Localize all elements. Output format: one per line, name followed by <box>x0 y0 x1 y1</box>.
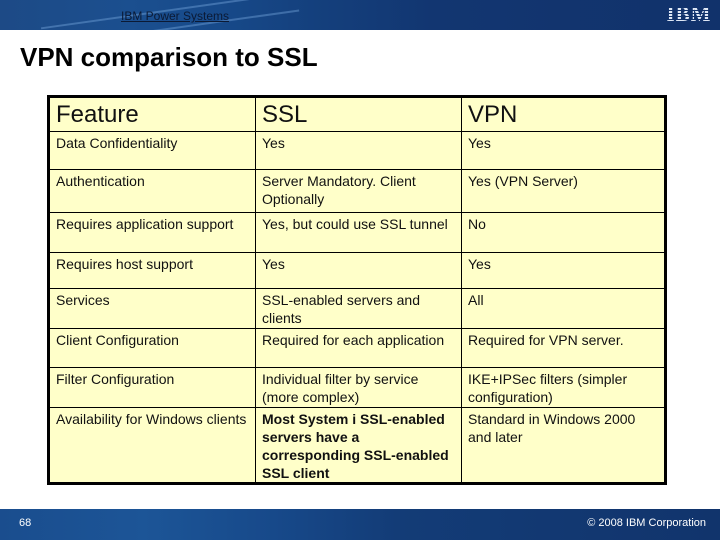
header-banner: IBM Power Systems IBM <box>0 0 720 30</box>
brand-link[interactable]: IBM Power Systems <box>121 9 229 23</box>
table-row: Data Confidentiality Yes Yes <box>48 131 666 170</box>
table-row: Services SSL-enabled servers and clients… <box>48 288 666 329</box>
feature-cell: Client Configuration <box>48 328 256 368</box>
ssl-cell: Most System i SSL-enabled servers have a… <box>255 407 462 484</box>
vpn-cell: Yes <box>461 252 666 289</box>
feature-cell: Filter Configuration <box>48 367 256 408</box>
ssl-cell: Yes <box>255 252 462 289</box>
ssl-cell: SSL-enabled servers and clients <box>255 288 462 329</box>
comparison-table: Feature SSL VPN Data Confidentiality Yes… <box>47 95 667 485</box>
table-row: Requires application support Yes, but co… <box>48 212 666 253</box>
table-row: Authentication Server Mandatory. Client … <box>48 169 666 213</box>
feature-cell: Services <box>48 288 256 329</box>
vpn-cell: Standard in Windows 2000 and later <box>461 407 666 484</box>
ssl-cell: Required for each application <box>255 328 462 368</box>
ibm-logo-text: IBM <box>666 1 712 26</box>
vpn-cell: Yes (VPN Server) <box>461 169 666 213</box>
ibm-logo-icon: IBM <box>663 1 715 26</box>
ssl-cell: Individual filter by service (more compl… <box>255 367 462 408</box>
ssl-cell: Server Mandatory. Client Optionally <box>255 169 462 213</box>
feature-cell: Data Confidentiality <box>48 131 256 170</box>
page-number: 68 <box>19 517 32 529</box>
vpn-cell: Yes <box>461 131 666 170</box>
column-header-ssl: SSL <box>255 96 462 132</box>
feature-cell: Requires host support <box>48 252 256 289</box>
column-header-vpn: VPN <box>461 96 666 132</box>
table-row: Client Configuration Required for each a… <box>48 328 666 368</box>
feature-cell: Requires application support <box>48 212 256 253</box>
table-row: Requires host support Yes Yes <box>48 252 666 289</box>
vpn-cell: Required for VPN server. <box>461 328 666 368</box>
page-title: VPN comparison to SSL <box>20 42 318 72</box>
table-header-row: Feature SSL VPN <box>48 96 666 132</box>
vpn-cell: No <box>461 212 666 253</box>
feature-cell: Availability for Windows clients <box>48 407 256 484</box>
vpn-cell: IKE+IPSec filters (simpler configuration… <box>461 367 666 408</box>
copyright-notice: © 2008 IBM Corporation <box>587 517 706 529</box>
column-header-feature: Feature <box>48 96 256 132</box>
ssl-cell: Yes <box>255 131 462 170</box>
table-row: Filter Configuration Individual filter b… <box>48 367 666 408</box>
vpn-cell: All <box>461 288 666 329</box>
table-row: Availability for Windows clients Most Sy… <box>48 407 666 484</box>
footer-banner: 68 © 2008 IBM Corporation <box>0 509 720 540</box>
feature-cell: Authentication <box>48 169 256 213</box>
ssl-cell: Yes, but could use SSL tunnel <box>255 212 462 253</box>
